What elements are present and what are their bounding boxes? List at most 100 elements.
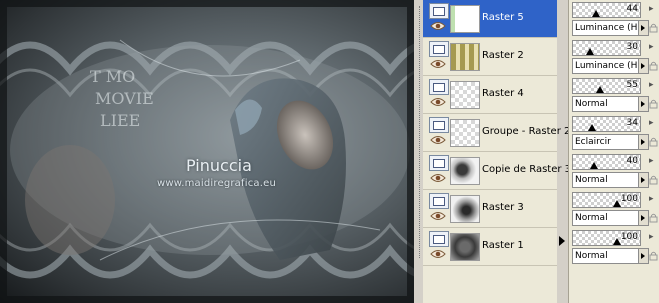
opacity-value: 30 bbox=[626, 42, 638, 52]
blend-dropdown-arrow-icon[interactable] bbox=[638, 96, 649, 112]
eye-visibility-icon[interactable] bbox=[430, 21, 446, 31]
slider-knob-icon[interactable] bbox=[590, 162, 598, 169]
slider-knob-icon[interactable] bbox=[596, 86, 604, 93]
layer-thumbnail bbox=[450, 43, 480, 71]
slider-arrow-icon[interactable]: ▸ bbox=[649, 118, 654, 128]
layer-row[interactable]: Raster 3 bbox=[423, 190, 557, 228]
opacity-slider[interactable]: 30 bbox=[572, 40, 641, 56]
image-canvas[interactable]: T MO MOVIE LIEE Pinuccia www.maidiregraf… bbox=[0, 0, 414, 303]
slider-arrow-icon[interactable]: ▸ bbox=[649, 4, 654, 14]
slider-knob-icon[interactable] bbox=[592, 10, 600, 17]
lock-icon[interactable] bbox=[649, 61, 658, 71]
layer-row[interactable]: Raster 1 bbox=[423, 228, 557, 266]
layer-properties-row: 30 ▸ Luminance (H) bbox=[569, 38, 659, 76]
lock-icon[interactable] bbox=[649, 213, 658, 223]
layer-type-icon bbox=[429, 231, 449, 247]
blend-mode-select[interactable]: Luminance (H) bbox=[572, 58, 639, 74]
layer-row[interactable]: Raster 5 bbox=[423, 0, 557, 38]
opacity-value: 34 bbox=[626, 118, 638, 128]
layer-type-icon bbox=[429, 3, 449, 19]
eye-visibility-icon[interactable] bbox=[430, 135, 446, 145]
layer-row[interactable]: Raster 4 bbox=[423, 76, 557, 114]
slider-arrow-icon[interactable]: ▸ bbox=[649, 232, 654, 242]
layer-properties-row: 100 ▸ Normal bbox=[569, 228, 659, 266]
opacity-value: 44 bbox=[626, 4, 638, 14]
blend-mode-select[interactable]: Luminance (H) bbox=[572, 20, 639, 36]
group-guide-line bbox=[419, 6, 421, 258]
opacity-slider[interactable]: 44 bbox=[572, 2, 641, 18]
layer-type-icon bbox=[429, 79, 449, 95]
layer-type-icon bbox=[429, 117, 449, 133]
layer-row[interactable]: Copie de Raster 3 bbox=[423, 152, 571, 190]
blend-dropdown-arrow-icon[interactable] bbox=[638, 248, 649, 264]
blend-dropdown-arrow-icon[interactable] bbox=[638, 172, 649, 188]
opacity-value: 55 bbox=[626, 80, 638, 90]
opacity-slider[interactable]: 100 bbox=[572, 230, 641, 246]
blend-mode-select[interactable]: Eclaircir bbox=[572, 134, 639, 150]
watermark-url: www.maidiregrafica.eu bbox=[157, 178, 276, 189]
layer-name: Raster 5 bbox=[482, 12, 524, 23]
layer-properties-row: 34 ▸ Eclaircir bbox=[569, 114, 659, 152]
opacity-slider[interactable]: 40 bbox=[572, 154, 641, 170]
eye-visibility-icon[interactable] bbox=[430, 59, 446, 69]
layer-thumbnail bbox=[450, 157, 480, 185]
opacity-value: 40 bbox=[626, 156, 638, 166]
layer-name: Groupe - Raster 2 bbox=[482, 126, 571, 137]
layer-properties-row: 100 ▸ Normal bbox=[569, 190, 659, 228]
layer-type-icon bbox=[429, 155, 449, 171]
lock-icon[interactable] bbox=[649, 99, 658, 109]
eye-visibility-icon[interactable] bbox=[430, 211, 446, 221]
layer-name: Copie de Raster 3 bbox=[482, 164, 572, 175]
layer-name: Raster 4 bbox=[482, 88, 524, 99]
opacity-slider[interactable]: 55 bbox=[572, 78, 641, 94]
layer-type-icon bbox=[429, 41, 449, 57]
lock-icon[interactable] bbox=[649, 23, 658, 33]
overlay-text-2: MOVIE bbox=[95, 89, 154, 108]
artwork-image: T MO MOVIE LIEE bbox=[0, 0, 414, 303]
layer-thumbnail bbox=[450, 5, 480, 33]
blend-dropdown-arrow-icon[interactable] bbox=[638, 134, 649, 150]
lock-icon[interactable] bbox=[649, 175, 658, 185]
lock-icon[interactable] bbox=[649, 137, 658, 147]
opacity-value: 100 bbox=[620, 194, 638, 204]
opacity-slider[interactable]: 100 bbox=[572, 192, 641, 208]
layer-thumbnail bbox=[450, 195, 480, 223]
blend-mode-select[interactable]: Normal bbox=[572, 96, 639, 112]
layer-row[interactable]: Groupe - Raster 2 bbox=[423, 114, 570, 152]
overlay-text-1: T MO bbox=[90, 67, 135, 86]
layer-thumbnail bbox=[450, 233, 480, 261]
blend-mode-select[interactable]: Normal bbox=[572, 210, 639, 226]
blend-mode-select[interactable]: Normal bbox=[572, 248, 639, 264]
layer-properties-panel: 44 ▸ Luminance (H) 30 ▸ Luminance (H) 55 ▸ Norma… bbox=[568, 0, 659, 303]
layer-properties-row: 40 ▸ Normal bbox=[569, 152, 659, 190]
blend-dropdown-arrow-icon[interactable] bbox=[638, 210, 649, 226]
blend-mode-select[interactable]: Normal bbox=[572, 172, 639, 188]
layer-row[interactable]: Raster 2 bbox=[423, 38, 557, 76]
blend-dropdown-arrow-icon[interactable] bbox=[638, 58, 649, 74]
opacity-slider[interactable]: 34 bbox=[572, 116, 641, 132]
expand-arrow-icon[interactable] bbox=[559, 236, 565, 246]
overlay-text-3: LIEE bbox=[100, 111, 140, 130]
blend-dropdown-arrow-icon[interactable] bbox=[638, 20, 649, 36]
layer-type-icon bbox=[429, 193, 449, 209]
layer-properties-row: 55 ▸ Normal bbox=[569, 76, 659, 114]
row-separator bbox=[423, 265, 557, 266]
layers-palette: Raster 5 Raster 2 Raster 4 Groupe - Raster … bbox=[423, 0, 571, 303]
watermark-title: Pinuccia bbox=[186, 156, 252, 175]
slider-arrow-icon[interactable]: ▸ bbox=[649, 194, 654, 204]
slider-knob-icon[interactable] bbox=[588, 124, 596, 131]
layer-thumbnail bbox=[450, 119, 480, 147]
eye-visibility-icon[interactable] bbox=[430, 97, 446, 107]
lock-icon[interactable] bbox=[649, 251, 658, 261]
slider-arrow-icon[interactable]: ▸ bbox=[649, 156, 654, 166]
layer-thumbnail bbox=[450, 81, 480, 109]
eye-visibility-icon[interactable] bbox=[430, 249, 446, 259]
slider-knob-icon[interactable] bbox=[586, 48, 594, 55]
slider-arrow-icon[interactable]: ▸ bbox=[649, 42, 654, 52]
layer-name: Raster 1 bbox=[482, 240, 524, 251]
eye-visibility-icon[interactable] bbox=[430, 173, 446, 183]
opacity-value: 100 bbox=[620, 232, 638, 242]
slider-arrow-icon[interactable]: ▸ bbox=[649, 80, 654, 90]
layer-name: Raster 3 bbox=[482, 202, 524, 213]
layer-name: Raster 2 bbox=[482, 50, 524, 61]
